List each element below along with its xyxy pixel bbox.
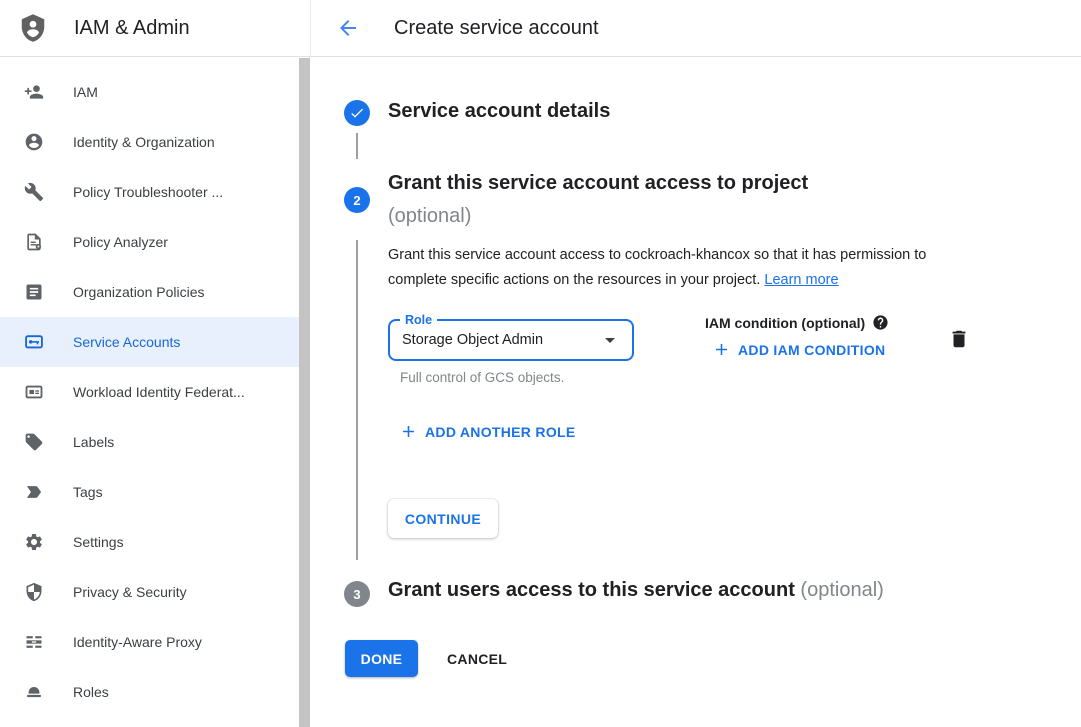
- sidebar-item-label: Identity & Organization: [73, 134, 215, 150]
- wrench-icon: [24, 182, 44, 202]
- sidebar-item-labels[interactable]: Labels: [0, 417, 309, 467]
- sidebar-item-label: Labels: [73, 434, 114, 450]
- iam-condition-header: IAM condition (optional): [705, 314, 889, 331]
- sidebar-item-identity-aware-proxy[interactable]: Identity-Aware Proxy: [0, 617, 309, 667]
- sidebar-item-label: Workload Identity Federat...: [73, 384, 245, 400]
- step1-check-icon: [344, 100, 370, 126]
- page-title: Create service account: [394, 17, 599, 40]
- sidebar-item-label: Policy Troubleshooter ...: [73, 184, 223, 200]
- step3-optional-label: (optional): [800, 579, 883, 601]
- add-iam-condition-button[interactable]: ADD IAM CONDITION: [712, 340, 885, 359]
- account-circle-icon: [24, 132, 44, 152]
- hat-icon: [24, 682, 44, 702]
- add-iam-condition-label: ADD IAM CONDITION: [738, 342, 885, 358]
- iam-shield-logo-icon: [18, 12, 48, 44]
- step3-number-badge: 3: [344, 581, 370, 607]
- sidebar-item-policy-analyzer[interactable]: Policy Analyzer: [0, 217, 309, 267]
- document-gear-icon: [24, 232, 44, 252]
- cancel-button[interactable]: CANCEL: [445, 643, 509, 675]
- sidebar-item-workload-identity-federation[interactable]: Workload Identity Federat...: [0, 367, 309, 417]
- gear-icon: [24, 532, 44, 552]
- step2-optional-label: (optional): [388, 202, 808, 230]
- sidebar-item-label: Service Accounts: [73, 334, 180, 350]
- done-button[interactable]: DONE: [345, 640, 418, 677]
- step-connector: [356, 133, 358, 159]
- step2-number-badge: 2: [344, 187, 370, 213]
- sidebar-item-label: IAM: [73, 84, 98, 100]
- sidebar-item-label: Identity-Aware Proxy: [73, 634, 202, 650]
- product-header: IAM & Admin: [0, 0, 311, 56]
- learn-more-link[interactable]: Learn more: [764, 272, 838, 288]
- proxy-stripes-icon: [24, 632, 44, 652]
- page-header: Create service account: [311, 0, 599, 56]
- form-actions: DONE CANCEL: [345, 640, 509, 677]
- sidebar-item-service-accounts[interactable]: Service Accounts: [0, 317, 309, 367]
- sidebar-item-settings[interactable]: Settings: [0, 517, 309, 567]
- add-another-role-button[interactable]: ADD ANOTHER ROLE: [399, 422, 576, 441]
- delete-role-trash-icon[interactable]: [945, 325, 973, 353]
- help-icon[interactable]: [872, 314, 889, 331]
- chevron-down-icon: [598, 328, 622, 352]
- sidebar-item-privacy-security[interactable]: Privacy & Security: [0, 567, 309, 617]
- sidebar-item-label: Settings: [73, 534, 124, 550]
- sidebar-item-label: Roles: [73, 684, 109, 700]
- sidebar-item-label: Organization Policies: [73, 284, 205, 300]
- shield-icon: [24, 582, 44, 602]
- step3-title: Grant users access to this service accou…: [388, 579, 884, 602]
- create-service-account-form: Service account details 2 Grant this ser…: [311, 57, 1081, 727]
- sidebar-scrollbar[interactable]: [299, 58, 310, 727]
- sidebar-item-identity-organization[interactable]: Identity & Organization: [0, 117, 309, 167]
- role-selected-value: Storage Object Admin: [402, 332, 598, 348]
- step-connector: [356, 240, 358, 560]
- iam-admin-console: IAM & Admin Create service account IAM I…: [0, 0, 1081, 727]
- back-arrow-icon[interactable]: [335, 15, 361, 41]
- sidebar-item-label: Privacy & Security: [73, 584, 187, 600]
- step2-description: Grant this service account access to coc…: [388, 243, 980, 293]
- sidebar-item-label: Policy Analyzer: [73, 234, 168, 250]
- product-title: IAM & Admin: [74, 17, 190, 40]
- plus-icon: [712, 340, 731, 359]
- role-field-label: Role: [400, 312, 437, 328]
- tag-arrow-icon: [24, 482, 44, 502]
- sidebar-item-roles[interactable]: Roles: [0, 667, 309, 717]
- sidebar-item-organization-policies[interactable]: Organization Policies: [0, 267, 309, 317]
- id-card-icon: [24, 382, 44, 402]
- sidebar-item-iam[interactable]: IAM: [0, 67, 309, 117]
- role-helper-text: Full control of GCS objects.: [400, 370, 564, 385]
- sidebar-nav: IAM Identity & Organization Policy Troub…: [0, 57, 310, 727]
- plus-icon: [399, 422, 418, 441]
- step3-title-text: Grant users access to this service accou…: [388, 579, 795, 601]
- label-tag-icon: [24, 432, 44, 452]
- sidebar-item-tags[interactable]: Tags: [0, 467, 309, 517]
- top-header: IAM & Admin Create service account: [0, 0, 1081, 57]
- sidebar-item-policy-troubleshooter[interactable]: Policy Troubleshooter ...: [0, 167, 309, 217]
- service-account-key-icon: [24, 332, 44, 352]
- iam-condition-label: IAM condition (optional): [705, 315, 865, 331]
- sidebar-item-label: Tags: [73, 484, 103, 500]
- continue-button[interactable]: CONTINUE: [388, 499, 498, 538]
- step2-title-text: Grant this service account access to pro…: [388, 172, 808, 194]
- step1-title: Service account details: [388, 100, 610, 123]
- step2-description-text: Grant this service account access to coc…: [388, 247, 926, 288]
- person-add-icon: [24, 82, 44, 102]
- document-lines-icon: [24, 282, 44, 302]
- add-another-role-label: ADD ANOTHER ROLE: [425, 424, 576, 440]
- step2-title: Grant this service account access to pro…: [388, 169, 808, 230]
- role-select[interactable]: Role Storage Object Admin: [388, 319, 634, 361]
